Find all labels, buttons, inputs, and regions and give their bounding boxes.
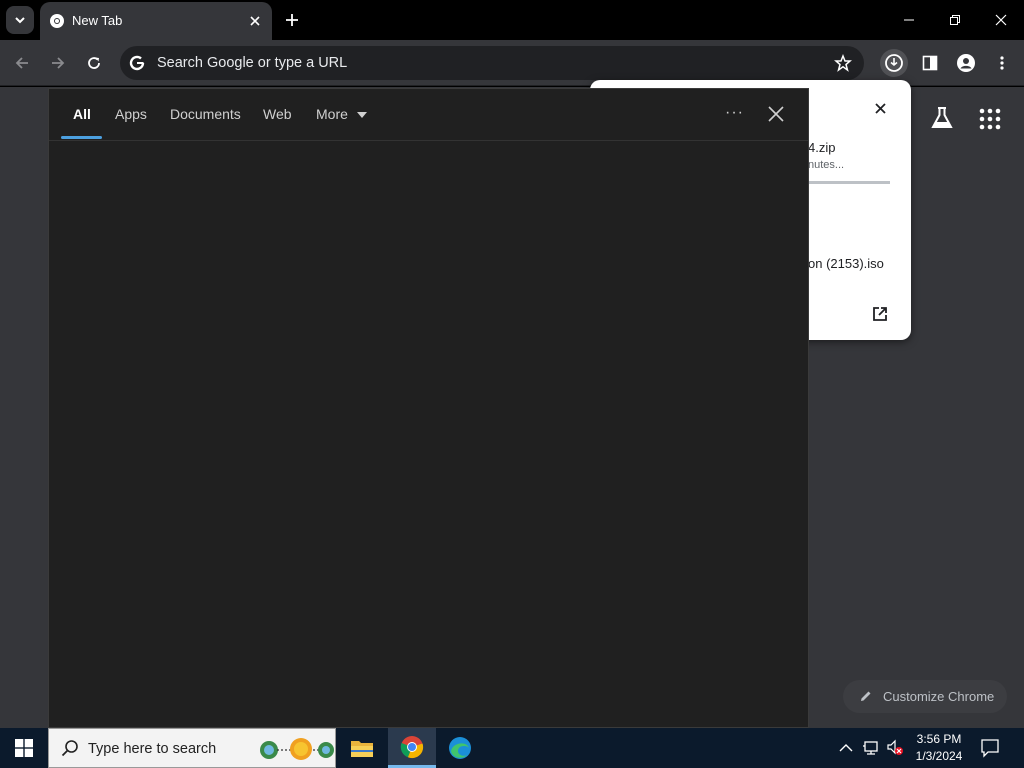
side-panel-icon [922,55,938,71]
restore-button[interactable] [932,0,978,40]
close-icon [874,102,886,114]
download-icon [885,54,903,72]
arrow-left-icon [15,57,28,69]
omnibox[interactable]: Search Google or type a URL [120,46,864,80]
edge-logo-icon [449,737,471,759]
tab-strip: New Tab [0,0,1024,40]
tab-web[interactable]: Web [263,106,292,122]
start-button[interactable] [0,728,48,768]
reload-icon [88,57,100,69]
file-explorer-button[interactable] [338,728,386,768]
customize-chrome-button[interactable]: Customize Chrome [843,680,1007,713]
plus-icon [286,14,298,26]
caret-down-icon [356,112,367,119]
minimize-button[interactable] [886,0,932,40]
download-progress-fill [808,181,890,184]
download-progress-bar [808,181,890,184]
windows-taskbar: Type here to search 3:56 PM 1/3/2024 [0,728,1024,768]
windows-logo-icon [15,739,33,757]
tab-all[interactable]: All [73,106,91,122]
search-icon [61,740,78,757]
profile-avatar-icon [957,54,975,72]
side-panel-button[interactable] [916,49,944,77]
tab-search-button[interactable] [6,6,34,34]
tab-more-label: More [316,106,348,122]
close-panel-icon[interactable] [766,104,786,124]
chrome-menu-button[interactable] [988,49,1016,77]
chrome-taskbar-button[interactable] [388,728,436,768]
close-window-button[interactable] [978,0,1024,40]
taskbar-search-box[interactable]: Type here to search [48,728,336,768]
tab-more[interactable]: More [316,106,368,122]
download-file-name[interactable]: 4.zip [808,140,835,155]
taskbar-search-placeholder: Type here to search [88,741,217,757]
omnibox-placeholder: Search Google or type a URL [157,55,348,71]
forward-button[interactable] [44,49,72,77]
tab-close-button[interactable] [246,12,264,30]
reload-button[interactable] [80,49,108,77]
close-icon [250,16,260,26]
google-g-icon [129,55,145,71]
pencil-icon [861,691,871,701]
clock-date[interactable]: 1/3/2024 [913,749,965,763]
chrome-logo-icon [400,735,424,758]
download-bubble-close-button[interactable] [870,98,890,118]
back-button[interactable] [8,49,36,77]
search-panel-tabs: All Apps Documents Web More ··· [49,89,808,141]
arrow-right-icon [52,57,65,69]
tab-apps[interactable]: Apps [115,106,147,122]
tab-new-tab[interactable]: New Tab [40,2,272,40]
downloads-button[interactable] [880,49,908,77]
kebab-menu-icon [1000,56,1004,70]
search-highlight-icon [260,738,334,760]
open-external-icon[interactable] [871,305,889,323]
notification-center-icon[interactable] [980,738,1000,758]
network-icon[interactable] [862,740,880,756]
tab-documents[interactable]: Documents [170,106,241,122]
chevron-up-icon[interactable] [838,740,854,756]
chrome-labs-icon[interactable] [929,105,955,131]
close-icon [995,14,1007,26]
volume-muted-icon[interactable] [886,739,904,757]
tab-title: New Tab [72,13,123,28]
more-options-button[interactable]: ··· [725,104,744,122]
google-apps-icon[interactable] [978,107,1002,131]
folder-icon [351,741,373,757]
restore-icon [950,15,960,25]
download-file-name[interactable]: on (2153).iso [808,256,884,271]
profile-button[interactable] [952,49,980,77]
minimize-icon [904,19,914,21]
download-status: nutes... [808,159,845,171]
chevron-down-icon [15,17,25,24]
customize-chrome-label: Customize Chrome [883,689,995,704]
windows-search-panel: All Apps Documents Web More ··· [48,88,809,728]
chrome-favicon-icon [50,14,64,28]
active-tab-indicator [61,136,102,139]
bookmark-star-icon[interactable] [834,54,852,72]
edge-taskbar-button[interactable] [436,728,484,768]
clock-time[interactable]: 3:56 PM [913,732,965,746]
new-tab-button[interactable] [280,8,304,32]
